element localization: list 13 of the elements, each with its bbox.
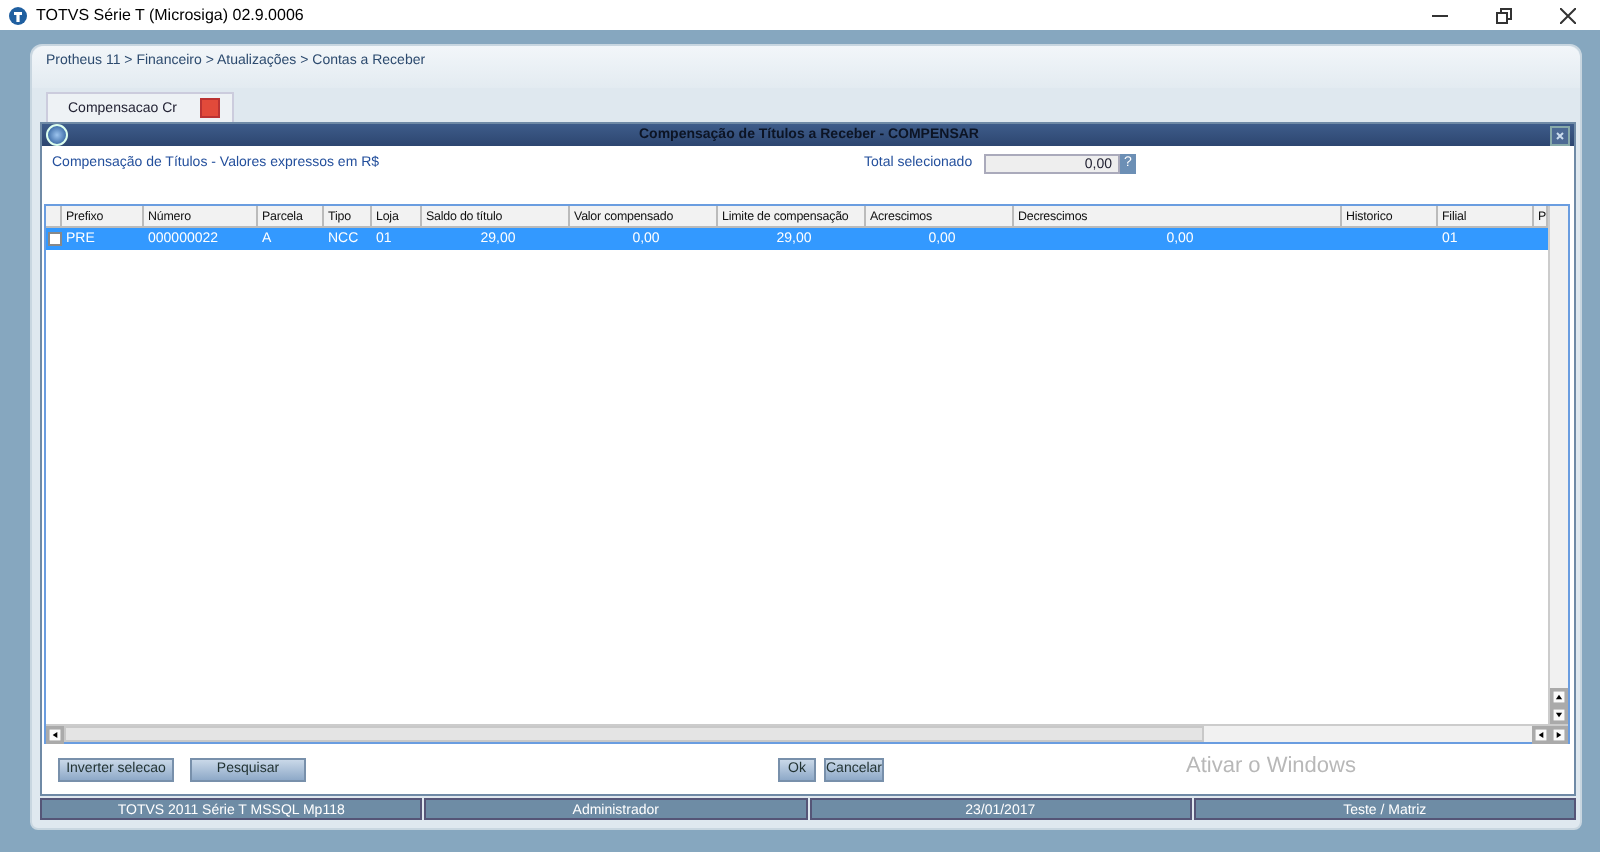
scroll-up-button[interactable] <box>1550 688 1568 706</box>
activation-notice: Ativar o Windows <box>1186 754 1356 778</box>
scroll-left-button[interactable] <box>46 726 64 744</box>
window-title: TOTVS Série T (Microsiga) 02.9.0006 <box>36 6 306 24</box>
scroll-left-button[interactable] <box>1532 726 1550 744</box>
globe-icon <box>46 124 68 146</box>
corner-cell <box>46 206 62 228</box>
scroll-down-button[interactable] <box>1550 706 1568 724</box>
close-button[interactable] <box>1560 7 1576 23</box>
restore-button[interactable] <box>1496 7 1512 23</box>
scroll-right-button[interactable] <box>1550 726 1568 744</box>
row-checkbox[interactable] <box>48 232 62 246</box>
app-logo-icon <box>8 5 28 25</box>
